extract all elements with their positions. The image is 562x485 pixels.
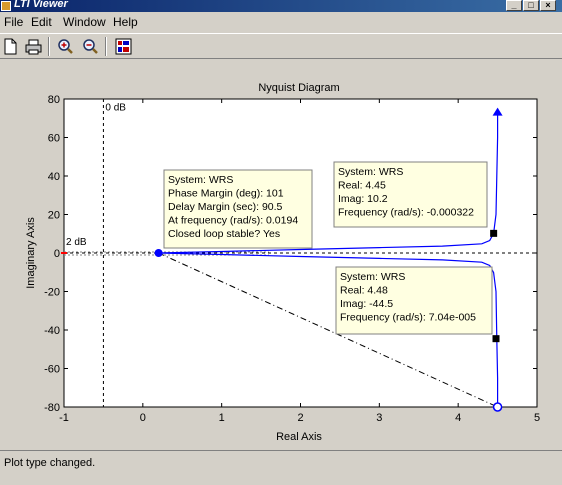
maximize-button[interactable]: □: [523, 0, 539, 11]
x-tick-label: 1: [219, 412, 225, 424]
x-tick-label: 0: [140, 412, 146, 424]
x-tick-label: 3: [376, 412, 382, 424]
minimize-button[interactable]: _: [506, 0, 522, 11]
status-bar: Plot type changed.: [0, 450, 562, 485]
y-tick-label: 80: [48, 94, 60, 106]
y-tick-label: -80: [44, 402, 60, 414]
datatip-text: Imag: -44.5: [340, 298, 393, 310]
y-tick-label: 0: [54, 248, 60, 260]
y-tick-label: 20: [48, 210, 60, 222]
datatip-text: Frequency (rad/s): -0.000322: [338, 207, 474, 219]
datatip-text: Phase Margin (deg): 101: [168, 188, 284, 200]
toolbar-separator: [105, 37, 107, 56]
x-axis-label: Real Axis: [276, 431, 322, 443]
endpoint-circle-marker: [492, 402, 503, 412]
new-document-icon[interactable]: [1, 37, 21, 56]
menu-file[interactable]: File: [4, 15, 23, 29]
matlab-logo-icon: [1, 1, 11, 11]
status-text: Plot type changed.: [4, 457, 96, 469]
margin-point-marker: [154, 249, 163, 257]
title-bar[interactable]: LTI Viewer _ □ ×: [0, 0, 562, 12]
datatip-text: At frequency (rad/s): 0.0194: [168, 215, 298, 227]
window-title: LTI Viewer: [14, 0, 68, 10]
menu-help[interactable]: Help: [113, 15, 138, 29]
y-tick-label: 60: [48, 133, 60, 145]
datatip-square-marker: [492, 335, 500, 343]
db-grid-label: 0 dB: [105, 102, 126, 113]
menu-edit[interactable]: Edit: [31, 15, 52, 29]
x-tick-label: -1: [59, 412, 69, 424]
datatip-text: System: WRS: [340, 271, 405, 283]
datatip-text: Frequency (rad/s): 7.04e-005: [340, 312, 476, 324]
datatip-text: System: WRS: [168, 174, 233, 186]
y-tick-label: -60: [44, 364, 60, 376]
toolbar-separator: [48, 37, 50, 56]
print-icon[interactable]: [23, 37, 43, 56]
y-tick-label: -20: [44, 287, 60, 299]
chart-title: Nyquist Diagram: [258, 82, 339, 94]
x-tick-label: 5: [534, 412, 540, 424]
datatip-text: Imag: 10.2: [338, 193, 388, 205]
db-grid-label: 2 dB: [66, 237, 87, 248]
y-tick-label: -40: [44, 325, 60, 337]
menu-bar: File Edit Window Help: [0, 12, 562, 32]
plot-configuration-icon[interactable]: [113, 37, 133, 56]
close-button[interactable]: ×: [540, 0, 556, 11]
datatip-square-marker: [490, 229, 498, 237]
menu-window[interactable]: Window: [63, 15, 106, 29]
datatip-text: System: WRS: [338, 166, 403, 178]
zoom-in-icon[interactable]: [55, 37, 75, 56]
zoom-out-icon[interactable]: [80, 37, 100, 56]
plot-area: Nyquist Diagram Real Axis Imaginary Axis…: [0, 60, 562, 450]
x-tick-label: 4: [455, 412, 461, 424]
x-tick-label: 2: [297, 412, 303, 424]
datatip-text: Real: 4.45: [338, 180, 386, 192]
y-axis-label: Imaginary Axis: [25, 217, 37, 289]
toolbar: [0, 33, 562, 59]
y-tick-label: 40: [48, 171, 60, 183]
datatip-text: Real: 4.48: [340, 285, 388, 297]
nyquist-chart[interactable]: Nyquist Diagram Real Axis Imaginary Axis…: [0, 60, 562, 450]
datatip-text: Closed loop stable? Yes: [168, 228, 280, 240]
datatip-text: Delay Margin (sec): 90.5: [168, 201, 283, 213]
